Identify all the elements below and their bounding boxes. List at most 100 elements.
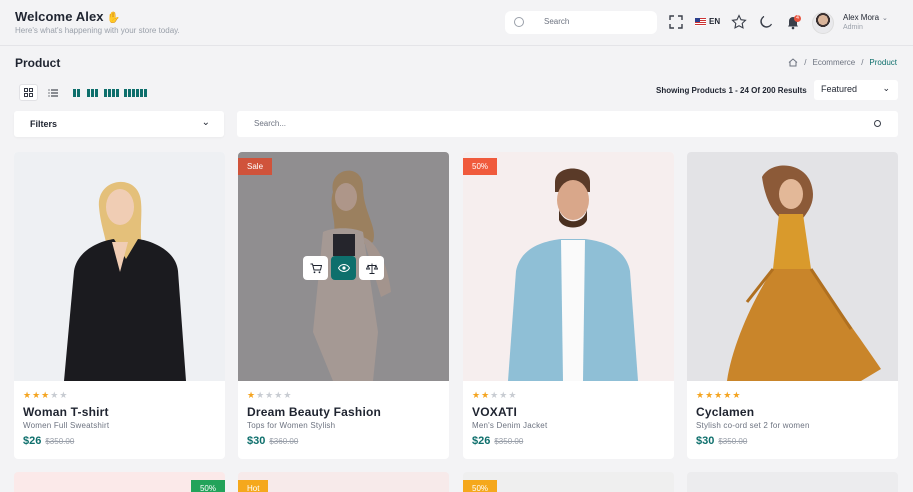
sale-badge: Sale xyxy=(238,158,273,175)
star-icon: ★ xyxy=(481,390,491,400)
user-menu[interactable]: Alex Mora ⌄ Admin xyxy=(843,13,888,31)
header-search-input[interactable]: Search xyxy=(505,11,657,34)
product-search-placeholder: Search... xyxy=(254,119,287,128)
discount-badge: 50% xyxy=(463,480,498,492)
results-count: Showing Products 1 - 24 Of 200 Results xyxy=(656,86,807,95)
product-price: $26 $350.00 xyxy=(23,435,74,447)
product-card[interactable] xyxy=(687,472,898,492)
old-price: $350.00 xyxy=(718,437,748,446)
header-search-placeholder: Search xyxy=(544,17,570,26)
product-image xyxy=(463,152,674,381)
moon-icon[interactable] xyxy=(758,14,774,30)
six-column-button[interactable] xyxy=(124,89,147,97)
product-card[interactable]: 50% ★★★★★ VOXATI Men's Denim Jacket $26 $… xyxy=(463,152,674,459)
welcome-title-text: Welcome Alex xyxy=(15,9,104,24)
current-price: $30 xyxy=(247,435,266,447)
rating-stars: ★★★★★ xyxy=(23,390,68,401)
add-to-cart-button[interactable] xyxy=(303,256,328,280)
product-search-input[interactable]: Search... xyxy=(237,111,898,137)
breadcrumb-separator: / xyxy=(804,58,807,67)
discount-badge: 50% xyxy=(190,480,225,492)
star-icon: ★ xyxy=(732,390,742,400)
welcome-subtitle: Here's what's happening with your store … xyxy=(15,26,180,35)
sort-selected-value: Featured xyxy=(821,84,858,94)
rating-stars: ★★★★★ xyxy=(696,390,741,401)
home-icon[interactable] xyxy=(788,58,798,67)
grid-view-button[interactable] xyxy=(19,84,38,101)
product-price: $30 $350.00 xyxy=(696,435,747,447)
star-icon[interactable] xyxy=(731,14,747,30)
rating-stars: ★★★★★ xyxy=(247,390,292,401)
notification-badge: 4 xyxy=(794,15,801,22)
product-price: $30 $360.00 xyxy=(247,435,298,447)
grid-icon xyxy=(24,88,33,97)
three-column-button[interactable] xyxy=(87,89,98,97)
filters-dropdown[interactable]: Filters ⌄ xyxy=(14,111,224,137)
current-price: $26 xyxy=(23,435,42,447)
star-icon: ★ xyxy=(59,390,69,400)
product-image xyxy=(687,152,898,381)
star-icon: ★ xyxy=(714,390,724,400)
star-icon: ★ xyxy=(274,390,284,400)
four-column-button[interactable] xyxy=(104,89,119,97)
star-icon: ★ xyxy=(256,390,266,400)
product-card[interactable]: Sale ★★★★★ Dream Beauty Fashion Tops for… xyxy=(238,152,449,459)
welcome-title: Welcome Alex ✋ xyxy=(15,9,180,24)
product-description: Stylish co-ord set 2 for women xyxy=(696,421,810,430)
welcome-block: Welcome Alex ✋ Here's what's happening wi… xyxy=(15,9,180,35)
old-price: $350.00 xyxy=(45,437,75,446)
chevron-down-icon: ⌄ xyxy=(201,117,210,128)
current-price: $30 xyxy=(696,435,715,447)
list-view-button[interactable] xyxy=(43,84,62,101)
product-description: Women Full Sweatshirt xyxy=(23,421,110,430)
product-price: $26 $350.00 xyxy=(472,435,523,447)
product-card[interactable]: Hot xyxy=(238,472,449,492)
user-role: Admin xyxy=(843,24,863,31)
product-name[interactable]: Woman T-shirt xyxy=(23,405,109,419)
star-icon: ★ xyxy=(723,390,733,400)
star-icon: ★ xyxy=(32,390,42,400)
filters-label: Filters xyxy=(30,119,58,129)
star-icon: ★ xyxy=(508,390,518,400)
product-name[interactable]: Dream Beauty Fashion xyxy=(247,405,381,419)
product-name[interactable]: VOXATI xyxy=(472,405,517,419)
language-selector[interactable]: EN xyxy=(695,17,720,26)
avatar[interactable] xyxy=(812,12,834,34)
star-icon: ★ xyxy=(472,390,482,400)
list-icon xyxy=(47,88,58,97)
product-card[interactable]: 50% xyxy=(463,472,674,492)
product-card[interactable]: ★★★★★ Cyclamen Stylish co-ord set 2 for … xyxy=(687,152,898,459)
sort-select[interactable]: Featured ⌄ xyxy=(814,80,898,100)
old-price: $350.00 xyxy=(494,437,524,446)
compare-icon xyxy=(365,263,378,274)
hot-badge: Hot xyxy=(238,480,269,492)
quick-view-button[interactable] xyxy=(331,256,356,280)
product-description: Men's Denim Jacket xyxy=(472,421,548,430)
top-header: Welcome Alex ✋ Here's what's happening wi… xyxy=(0,0,913,46)
eye-icon xyxy=(337,264,350,272)
product-card[interactable]: 50% xyxy=(14,472,225,492)
search-icon xyxy=(514,17,524,27)
breadcrumb-ecommerce[interactable]: Ecommerce xyxy=(813,58,856,67)
star-icon: ★ xyxy=(23,390,33,400)
compare-button[interactable] xyxy=(359,256,384,280)
product-card[interactable]: ★★★★★ Woman T-shirt Women Full Sweatshir… xyxy=(14,152,225,459)
breadcrumb-product: Product xyxy=(869,58,897,67)
us-flag-icon xyxy=(695,17,706,26)
page-title: Product xyxy=(15,56,61,70)
star-icon: ★ xyxy=(265,390,275,400)
rating-stars: ★★★★★ xyxy=(472,390,517,401)
product-image xyxy=(14,152,225,381)
star-icon: ★ xyxy=(283,390,293,400)
fullscreen-icon[interactable] xyxy=(668,14,684,30)
star-icon: ★ xyxy=(499,390,509,400)
search-icon[interactable] xyxy=(874,120,881,127)
breadcrumb: / Ecommerce / Product xyxy=(788,58,897,67)
product-name[interactable]: Cyclamen xyxy=(696,405,754,419)
star-icon: ★ xyxy=(41,390,51,400)
language-label: EN xyxy=(709,17,721,26)
star-icon: ★ xyxy=(696,390,706,400)
wave-icon: ✋ xyxy=(106,12,121,24)
current-price: $26 xyxy=(472,435,491,447)
two-column-button[interactable] xyxy=(73,89,80,97)
